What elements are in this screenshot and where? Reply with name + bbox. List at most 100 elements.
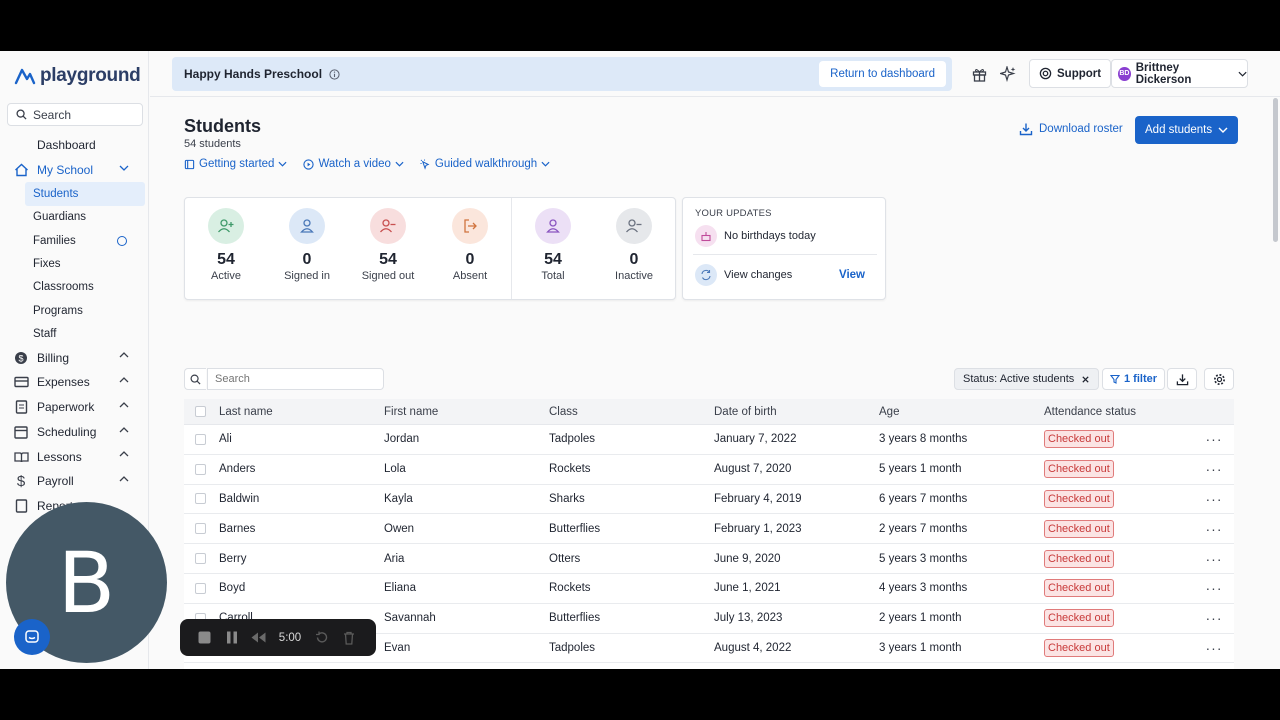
sidebar-item-families[interactable]: Families <box>0 229 149 252</box>
stat-total[interactable]: 54 Total <box>518 208 588 282</box>
age-cell: 5 years 3 months <box>879 552 968 565</box>
sparkle-icon[interactable] <box>999 65 1017 83</box>
table-search-input[interactable] <box>207 368 384 390</box>
support-button[interactable]: Support <box>1029 59 1112 88</box>
row-more-icon[interactable]: ··· <box>1204 551 1224 567</box>
sidebar-item-label: Billing <box>37 350 70 365</box>
table-row[interactable]: Ali Jordan Tadpoles January 7, 2022 3 years … <box>184 425 1234 455</box>
support-label: Support <box>1057 67 1102 80</box>
table-search-button[interactable] <box>184 368 206 390</box>
updates-card: YOUR UPDATES No birthdays today View cha… <box>682 197 886 300</box>
status-filter-chip[interactable]: Status: Active students <box>954 368 1100 390</box>
sidebar-item-lessons[interactable]: Lessons <box>0 444 149 469</box>
user-name: Brittney Dickerson <box>1135 61 1192 86</box>
sidebar-item-guardians[interactable]: Guardians <box>0 206 149 229</box>
row-checkbox[interactable] <box>195 463 206 475</box>
attendance-stats-card: 54 Active 0 Signed in 54 Signed out 0 Ab… <box>184 197 676 300</box>
age-cell: 3 years 1 month <box>879 641 962 654</box>
sidebar-search-label: Search <box>33 107 72 122</box>
user-menu-button[interactable]: BD Brittney Dickerson <box>1111 59 1248 88</box>
user-minus-icon <box>370 208 406 244</box>
column-header-first-name[interactable]: First name <box>384 406 549 418</box>
guided-walkthrough-link[interactable]: Guided walkthrough <box>420 158 550 170</box>
row-checkbox[interactable] <box>195 523 206 535</box>
column-header-class[interactable]: Class <box>549 406 714 418</box>
user-plus-icon <box>208 208 244 244</box>
chevron-down-icon <box>1238 71 1247 77</box>
getting-started-link[interactable]: Getting started <box>184 158 287 170</box>
table-row[interactable]: Boyd Eliana Rockets June 1, 2021 4 years 3 m… <box>184 573 1234 604</box>
sidebar-item-dashboard[interactable]: Dashboard <box>0 133 149 158</box>
table-row[interactable]: Baldwin Kayla Sharks February 4, 2019 6 year… <box>184 484 1234 515</box>
svg-text:$: $ <box>18 353 23 363</box>
last-name-cell: Berry <box>219 552 247 565</box>
sidebar-item-fixes[interactable]: Fixes <box>0 252 149 275</box>
age-cell: 3 years 8 months <box>879 433 968 446</box>
sidebar-item-payroll[interactable]: $ Payroll <box>0 469 149 494</box>
status-badge: Checked out <box>1044 430 1114 449</box>
restart-button[interactable] <box>308 619 335 656</box>
class-cell: Rockets <box>549 582 591 595</box>
first-name-cell: Savannah <box>384 612 436 625</box>
gift-icon[interactable] <box>970 65 988 83</box>
table-row[interactable]: Anders Lola Rockets August 7, 2020 5 years 1… <box>184 454 1234 485</box>
column-header-age[interactable]: Age <box>879 406 1044 418</box>
row-more-icon[interactable]: ··· <box>1204 521 1224 537</box>
row-more-icon[interactable]: ··· <box>1204 491 1224 507</box>
sidebar-item-paperwork[interactable]: Paperwork <box>0 395 149 420</box>
add-students-button[interactable]: Add students <box>1135 116 1239 144</box>
row-checkbox[interactable] <box>195 433 206 445</box>
column-header-attendance[interactable]: Attendance status <box>1044 406 1204 418</box>
info-icon[interactable] <box>329 68 340 80</box>
view-changes-link[interactable]: View <box>839 269 865 281</box>
chevron-down-icon <box>395 161 404 167</box>
stop-recording-button[interactable] <box>191 619 218 656</box>
table-row[interactable]: Barnes Owen Butterflies February 1, 2023 2 y… <box>184 514 1234 545</box>
sidebar-item-my-school[interactable]: My School <box>0 158 149 183</box>
return-to-dashboard-button[interactable]: Return to dashboard <box>819 61 946 87</box>
chat-launcher-button[interactable] <box>14 619 50 655</box>
row-checkbox[interactable] <box>195 553 206 565</box>
sidebar-item-programs[interactable]: Programs <box>0 299 149 322</box>
delete-recording-button[interactable] <box>335 619 362 656</box>
select-all-checkbox[interactable] <box>195 406 206 417</box>
sidebar-search[interactable]: Search <box>7 103 143 126</box>
rewind-button[interactable] <box>245 619 272 656</box>
row-checkbox[interactable] <box>195 493 206 505</box>
row-checkbox[interactable] <box>195 582 206 594</box>
exit-icon <box>452 208 488 244</box>
row-more-icon[interactable]: ··· <box>1204 580 1224 596</box>
export-button[interactable] <box>1167 368 1197 390</box>
row-more-icon[interactable]: ··· <box>1204 461 1224 477</box>
column-header-dob[interactable]: Date of birth <box>714 406 879 418</box>
row-more-icon[interactable]: ··· <box>1204 640 1224 656</box>
cursor-sparkle-icon <box>420 158 430 170</box>
close-icon[interactable] <box>1081 375 1090 384</box>
sidebar-item-scheduling[interactable]: Scheduling <box>0 420 149 445</box>
watch-video-link[interactable]: Watch a video <box>303 158 404 170</box>
table-settings-button[interactable] <box>1204 368 1234 390</box>
filter-icon <box>1110 374 1120 384</box>
stat-signed-in[interactable]: 0 Signed in <box>272 208 342 282</box>
column-header-last-name[interactable]: Last name <box>219 406 384 418</box>
stat-signed-out[interactable]: 54 Signed out <box>353 208 423 282</box>
filter-button[interactable]: 1 filter <box>1102 368 1166 390</box>
stat-active[interactable]: 54 Active <box>191 208 261 282</box>
table-row[interactable]: Berry Aria Otters June 9, 2020 5 years 3 mon… <box>184 544 1234 574</box>
sidebar-item-billing[interactable]: $ Billing <box>0 345 149 370</box>
class-cell: Rockets <box>549 463 591 476</box>
download-roster-button[interactable]: Download roster <box>1019 122 1123 136</box>
page-scrollbar[interactable] <box>1272 98 1278 669</box>
sidebar-item-students[interactable]: Students <box>25 182 145 206</box>
row-more-icon[interactable]: ··· <box>1204 431 1224 447</box>
sidebar-item-classrooms[interactable]: Classrooms <box>0 276 149 299</box>
row-more-icon[interactable]: ··· <box>1204 610 1224 626</box>
sidebar-item-staff[interactable]: Staff <box>0 322 149 345</box>
scrollbar-thumb[interactable] <box>1273 98 1278 242</box>
class-cell: Otters <box>549 552 581 565</box>
pause-recording-button[interactable] <box>218 619 245 656</box>
logo[interactable]: playground <box>14 65 141 87</box>
stat-inactive[interactable]: 0 Inactive <box>599 208 669 282</box>
stat-absent[interactable]: 0 Absent <box>435 208 505 282</box>
sidebar-item-expenses[interactable]: Expenses <box>0 370 149 395</box>
